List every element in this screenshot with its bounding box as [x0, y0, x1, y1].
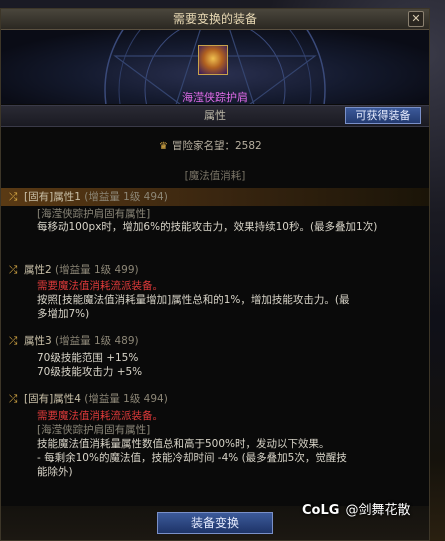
attribute-2-line-3: 多增加7%) — [37, 308, 90, 320]
shuffle-icon: ⤮ — [9, 264, 18, 276]
attribute-4-line-2: [海滢侠踪护肩固有属性] — [37, 424, 151, 436]
attribute-1-line-2: 每移动100px时，增加6%的技能攻击力，效果持续10秒。(最多叠加1次) — [37, 221, 378, 233]
shuffle-icon: ⤮ — [9, 335, 18, 347]
attribute-3-title: 属性3 — [24, 335, 52, 347]
adventurer-fame-label: 冒险家名望：2582 — [172, 140, 262, 152]
attribute-4-line-1: 需要魔法值消耗流派装备。 — [37, 410, 163, 422]
attribute-2-header[interactable]: ⤮ 属性2 (增益量 1级 499) — [9, 263, 139, 277]
attributes-panel: ♛ 冒险家名望：2582 [魔法值消耗] ⤮ [固有]属性1 (增益量 1级 494… — [1, 126, 429, 506]
obtainable-equipment-button[interactable]: 可获得装备 — [345, 107, 421, 124]
attribute-2-line-1: 需要魔法值消耗流派装备。 — [37, 280, 163, 292]
attribute-1-line-1: [海滢侠踪护肩固有属性] — [37, 208, 151, 220]
equipment-swap-button[interactable]: 装备变换 — [157, 512, 273, 534]
magic-consumption-label: [魔法值消耗] — [184, 170, 246, 182]
attribute-4-title: [固有]属性4 — [24, 393, 81, 405]
attribute-1-header[interactable]: ⤮ [固有]属性1 (增益量 1级 494) — [9, 190, 168, 204]
item-icon[interactable] — [198, 45, 228, 75]
shuffle-icon: ⤮ — [9, 191, 18, 203]
attribute-1-title: [固有]属性1 — [24, 191, 81, 203]
equipment-transform-window: 需要变换的装备 ✕ 海滢侠踪护肩 属性 可获得装备 ♛ 冒险家名望：2582 [魔… — [0, 8, 430, 541]
attribute-1-gain: (增益量 1级 494) — [84, 191, 168, 203]
attribute-3-line-2: 70级技能攻击力 +5% — [37, 366, 143, 378]
close-button[interactable]: ✕ — [408, 11, 424, 27]
watermark-logo: CoLG — [302, 503, 340, 518]
attribute-4-gain: (增益量 1级 494) — [84, 393, 168, 405]
attribute-3-line-1: 70级技能范围 +15% — [37, 352, 139, 364]
attribute-4-line-5: 能除外) — [37, 466, 73, 478]
shuffle-icon: ⤮ — [9, 393, 18, 405]
watermark: CoLG @剑舞花散 — [302, 500, 410, 522]
laurel-icon: ♛ — [159, 141, 168, 152]
attribute-4-line-3: 技能魔法值消耗量属性数值总和高于500%时，发动以下效果。 — [37, 438, 330, 450]
attributes-header: 属性 可获得装备 — [1, 105, 429, 127]
item-name: 海滢侠踪护肩 — [182, 91, 248, 104]
adventurer-fame: ♛ 冒险家名望：2582 — [159, 139, 262, 153]
title-bar[interactable]: 需要变换的装备 ✕ — [1, 9, 429, 30]
attribute-2-line-2: 按照[技能魔法值消耗量增加]属性总和的1%，增加技能攻击力。(最 — [37, 294, 350, 306]
attribute-4-header[interactable]: ⤮ [固有]属性4 (增益量 1级 494) — [9, 392, 168, 406]
attribute-3-header[interactable]: ⤮ 属性3 (增益量 1级 489) — [9, 334, 139, 348]
attribute-2-title: 属性2 — [24, 264, 52, 276]
item-display: 海滢侠踪护肩 — [1, 30, 429, 104]
attribute-2-gain: (增益量 1级 499) — [55, 264, 139, 276]
attribute-4-line-4: - 每剩余10%的魔法值，技能冷却时间 -4% (最多叠加5次，觉醒技 — [37, 452, 347, 464]
watermark-text: @剑舞花散 — [345, 503, 411, 518]
attribute-3-gain: (增益量 1级 489) — [55, 335, 139, 347]
window-title: 需要变换的装备 — [172, 12, 257, 26]
